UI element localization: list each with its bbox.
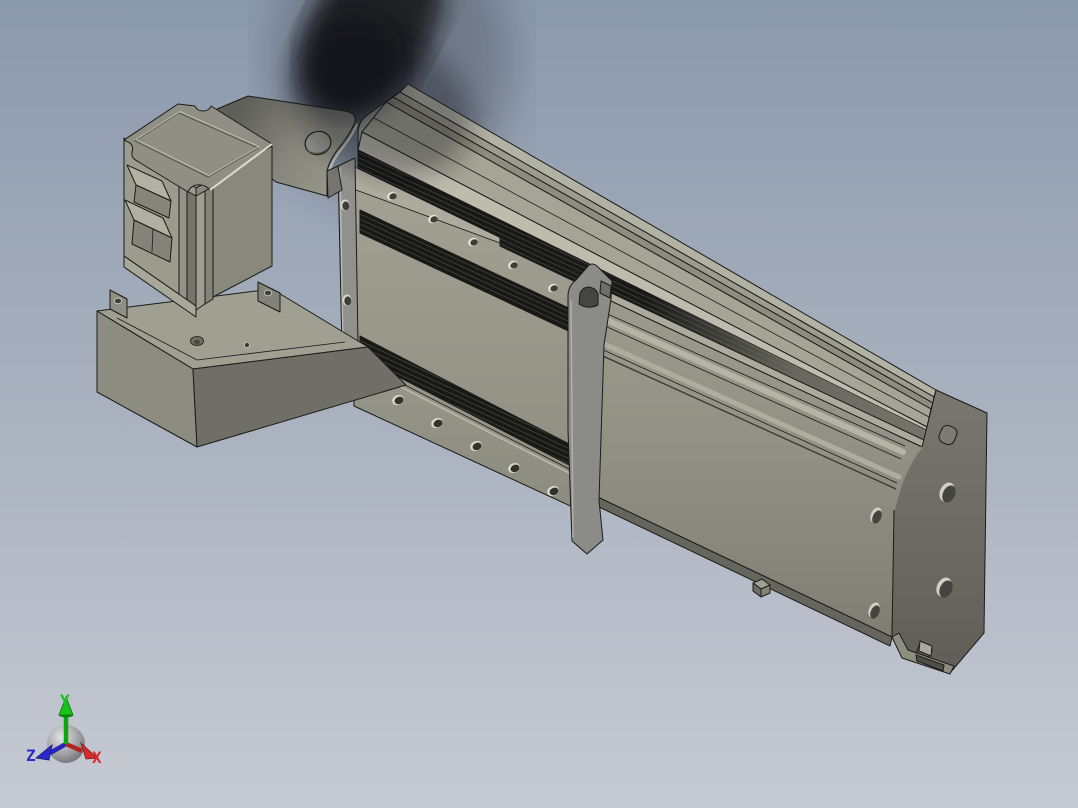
z-axis-label: Z [26,746,36,765]
motor-corner-channel [178,185,214,311]
y-axis-label: Y [60,691,70,710]
cad-viewport-canvas[interactable]: Z X Y [0,0,1078,808]
base-counterbore [190,336,204,346]
base-screw [243,341,250,348]
clamp-hook-notch [578,286,599,308]
x-axis-label: X [92,748,102,767]
